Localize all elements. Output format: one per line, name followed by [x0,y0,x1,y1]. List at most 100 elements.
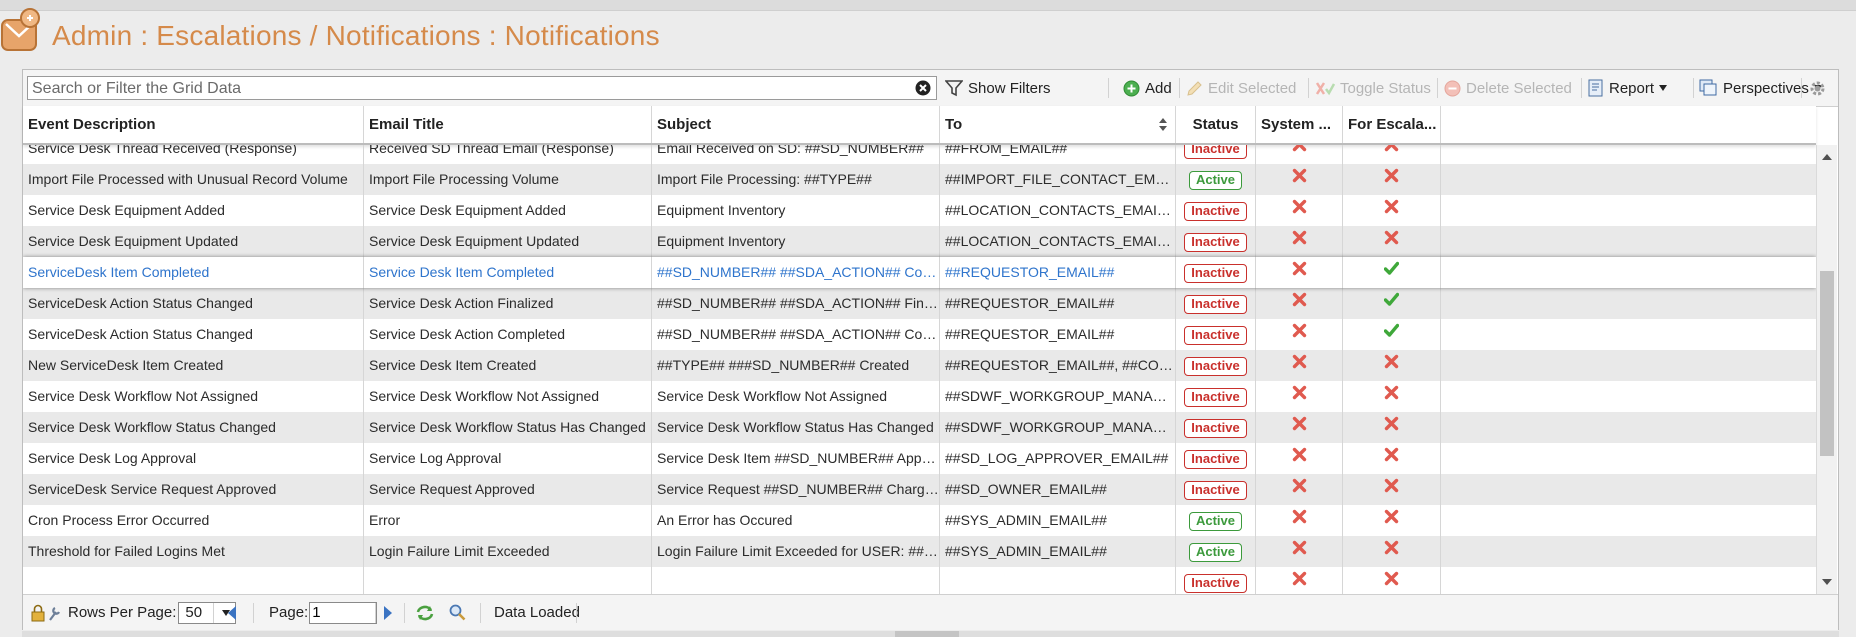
page-control: Page: [269,595,378,630]
delete-selected-button[interactable]: Delete Selected [1444,76,1572,100]
table-row[interactable]: Threshold for Failed Logins Met Login Fai… [23,536,1816,567]
perspectives-icon [1699,79,1717,96]
x-mark-icon [1292,509,1306,523]
page-number-input[interactable] [309,601,378,624]
x-mark-icon [1384,447,1399,461]
page-label: Page: [269,604,309,621]
column-header-status[interactable]: Status [1176,106,1256,143]
status-badge: Active [1188,511,1243,531]
table-row[interactable]: Service Desk Thread Received (Response) R… [23,145,1816,164]
cell-system [1256,505,1343,536]
column-header-for-escalation[interactable]: For Escala... [1343,106,1441,143]
cell-for-escalation [1343,567,1441,594]
cell-subject: Service Desk Item ##SD_NUMBER## Approved [652,443,940,474]
status-badge: Inactive [1184,145,1247,159]
add-label: Add [1145,79,1172,97]
toggle-status-icon [1315,81,1335,95]
cell-filler [1441,381,1816,412]
cell-to: ##IMPORT_FILE_CONTACT_EMAIL## [940,164,1176,195]
cell-subject: Service Request ##SD_NUMBER## Charge Acc… [652,474,940,505]
table-row[interactable]: Inactive [23,567,1816,594]
x-mark-icon [1384,145,1399,151]
horizontal-scrollbar-thumb[interactable] [895,631,959,637]
search-input[interactable] [30,78,904,100]
cell-event-description [23,567,364,594]
toolbar-divider [1108,78,1109,98]
vertical-scrollbar[interactable] [1816,145,1837,594]
report-button[interactable]: Report [1587,76,1668,100]
scrollbar-thumb[interactable] [1820,271,1834,456]
table-row[interactable]: ServiceDesk Action Status Changed Service… [23,288,1816,319]
x-mark-icon [1292,145,1306,151]
cell-system [1256,567,1343,594]
add-icon [1123,80,1140,96]
cell-system [1256,536,1343,567]
cell-system [1256,257,1343,288]
edit-selected-button[interactable]: Edit Selected [1186,76,1296,100]
cell-subject: Equipment Inventory [652,195,940,226]
column-header-system[interactable]: System ... [1256,106,1343,143]
toggle-status-button[interactable]: Toggle Status [1315,76,1431,100]
rows-per-page-control: Rows Per Page: 50 [68,595,237,630]
table-row[interactable]: Service Desk Workflow Not Assigned Servic… [23,381,1816,412]
scroll-up-icon[interactable] [1822,154,1832,160]
show-filters-label: Show Filters [968,79,1051,97]
table-row[interactable]: Service Desk Equipment Updated Service De… [23,226,1816,257]
x-mark-icon [1292,261,1306,275]
cell-email-title: Service Desk Action Completed [364,319,652,350]
x-mark-icon [1384,354,1399,368]
column-header-event-description[interactable]: Event Description [23,106,364,143]
table-row[interactable]: Service Desk Log Approval Service Log App… [23,443,1816,474]
table-row-selected[interactable]: ServiceDesk Item Completed Service Desk I… [23,257,1816,288]
add-button[interactable]: Add [1123,76,1172,100]
cell-subject: Service Desk Workflow Status Has Changed [652,412,940,443]
clear-search-icon[interactable] [915,80,931,96]
scroll-down-icon[interactable] [1822,579,1832,585]
cell-status: Inactive [1176,412,1256,443]
cell-to: ##REQUESTOR_EMAIL## [940,257,1176,288]
column-header-subject[interactable]: Subject [652,106,940,143]
x-mark-icon [1384,540,1399,554]
rows-per-page-value: 50 [185,604,203,621]
x-mark-icon [1292,416,1306,430]
table-row[interactable]: New ServiceDesk Item Created Service Desk… [23,350,1816,381]
cell-system [1256,288,1343,319]
cell-to: ##SYS_ADMIN_EMAIL## [940,536,1176,567]
cell-to: ##LOCATION_CONTACTS_EMAIL## [940,226,1176,257]
status-badge: Inactive [1184,387,1247,407]
table-row[interactable]: Service Desk Workflow Status Changed Serv… [23,412,1816,443]
table-row[interactable]: ServiceDesk Action Status Changed Service… [23,319,1816,350]
table-row[interactable]: Import File Processed with Unusual Recor… [23,164,1816,195]
x-mark-icon [1384,230,1399,244]
x-mark-icon [1384,168,1399,182]
x-mark-icon [1292,292,1306,306]
table-row[interactable]: ServiceDesk Service Request Approved Serv… [23,474,1816,505]
cell-event-description: Import File Processed with Unusual Recor… [23,164,364,195]
search-button[interactable] [449,595,466,630]
previous-page-button[interactable] [228,595,236,630]
column-header-email-title[interactable]: Email Title [364,106,652,143]
cell-system [1256,412,1343,443]
cell-to: ##FROM_EMAIL## [940,145,1176,164]
cell-subject: Login Failure Limit Exceeded for USER: #… [652,536,940,567]
table-row[interactable]: Service Desk Equipment Added Service Desk… [23,195,1816,226]
toggle-status-label: Toggle Status [1340,79,1431,97]
cell-email-title: Login Failure Limit Exceeded [364,536,652,567]
show-filters-button[interactable]: Show Filters [945,76,1051,100]
cell-to: ##SD_OWNER_EMAIL## [940,474,1176,505]
table-row[interactable]: Cron Process Error Occurred Error An Error… [23,505,1816,536]
perspectives-button[interactable]: Perspectives [1699,76,1822,100]
cell-filler [1441,288,1816,319]
next-page-button[interactable] [384,595,392,630]
cell-for-escalation [1343,381,1441,412]
cell-to: ##SDWF_WORKGROUP_MANAGER_... [940,381,1176,412]
cell-email-title: Service Log Approval [364,443,652,474]
cell-to: ##LOCATION_CONTACTS_EMAIL## [940,195,1176,226]
gear-icon[interactable] [1809,80,1826,97]
cell-status: Inactive [1176,474,1256,505]
grid-toolbar: Show Filters Add Edit Selected Toggle St… [23,70,1838,107]
column-header-to[interactable]: To [940,106,1176,143]
refresh-button[interactable] [415,595,435,630]
lock-settings[interactable] [31,595,61,630]
footer-divider [576,603,577,623]
